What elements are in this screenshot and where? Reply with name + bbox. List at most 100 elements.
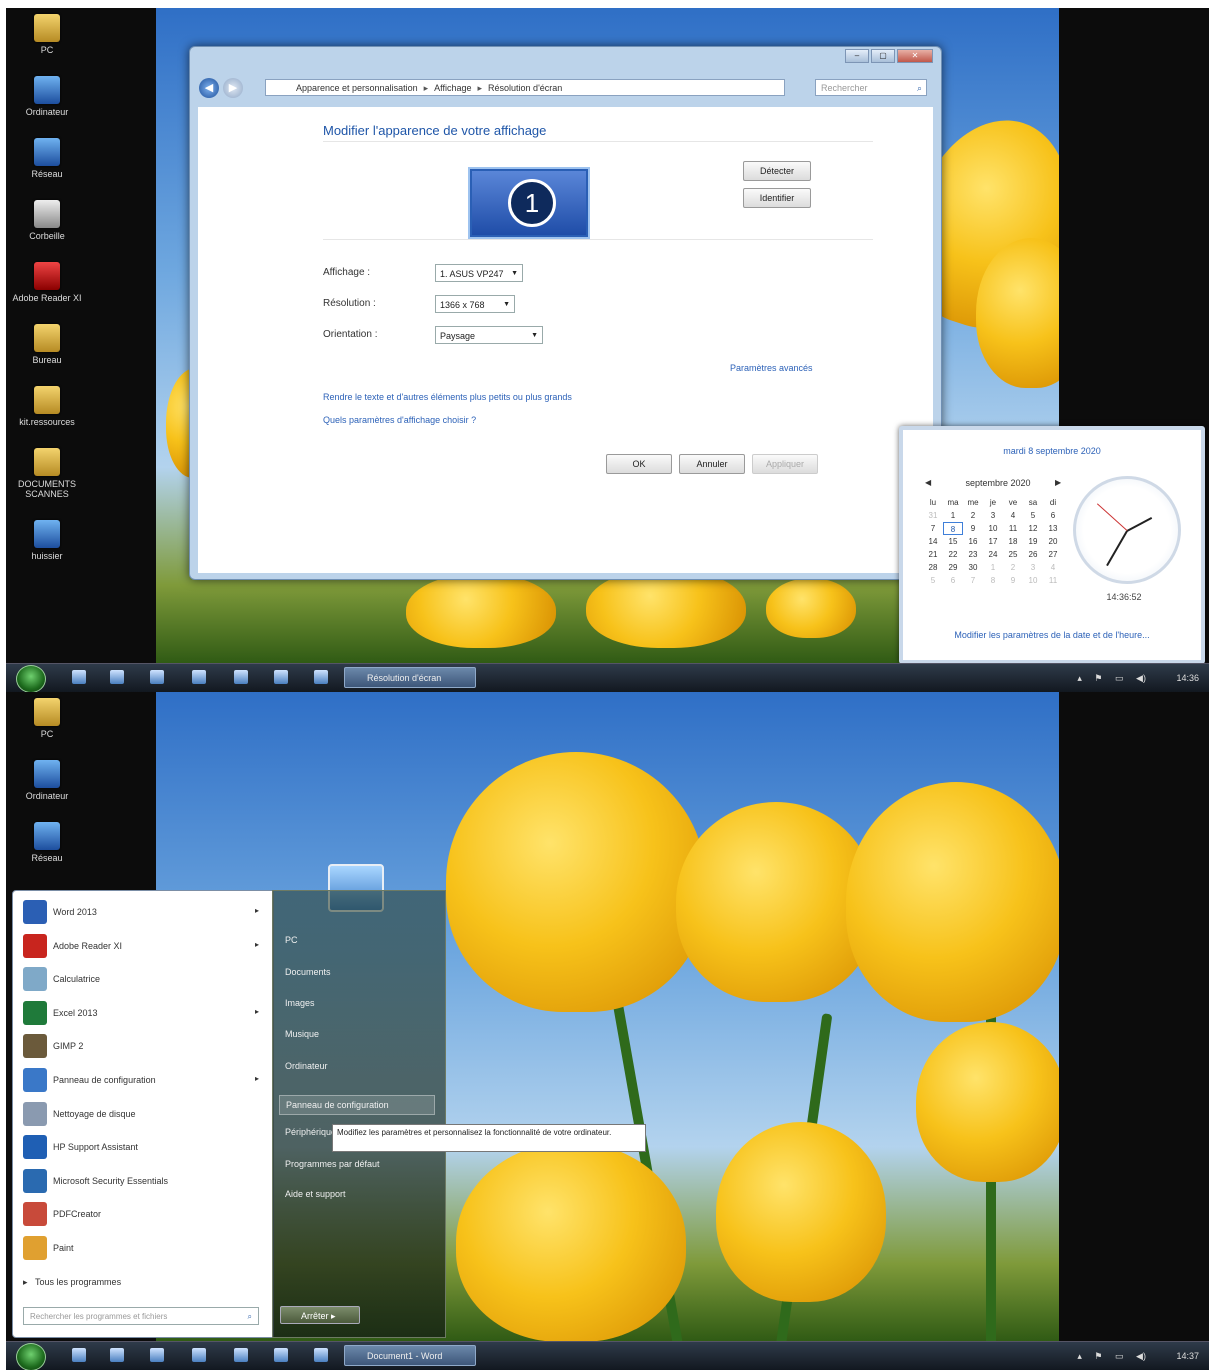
flag-icon[interactable]: ⚑	[1094, 1351, 1102, 1361]
start-button[interactable]	[16, 665, 46, 692]
taskbar-folder-icon[interactable]	[192, 1348, 206, 1362]
close-button[interactable]: ✕	[897, 49, 933, 63]
start-place-item[interactable]: Programmes par défaut	[285, 1159, 380, 1169]
calendar-day[interactable]: 5	[923, 574, 943, 587]
desktop-icon-reseau[interactable]: Réseau	[6, 822, 88, 863]
desktop-icon-pc[interactable]: PC	[6, 698, 88, 739]
start-search-input[interactable]: Rechercher les programmes et fichiers ⌕	[23, 1307, 259, 1325]
network-status-icon[interactable]: ▭	[1115, 673, 1124, 683]
calendar-day[interactable]: 15	[943, 535, 963, 548]
start-program-item[interactable]: Adobe Reader XI ▸	[19, 931, 263, 961]
minimize-button[interactable]: –	[845, 49, 869, 63]
calendar-day[interactable]: 6	[943, 574, 963, 587]
apply-button[interactable]: Appliquer	[752, 454, 818, 474]
taskbar-app-icon[interactable]	[150, 670, 164, 684]
start-place-item[interactable]: Images	[285, 998, 315, 1008]
start-program-item[interactable]: Nettoyage de disque	[19, 1099, 263, 1129]
desktop-icon-documents-scannes[interactable]: DOCUMENTS SCANNES	[6, 448, 88, 499]
volume-icon[interactable]: ◀)	[1136, 673, 1146, 683]
show-hidden-icons-icon[interactable]: ▴	[1077, 673, 1082, 683]
address-bar[interactable]: Apparence et personnalisation ▸ Affichage ▸…	[265, 79, 785, 96]
start-program-item[interactable]: HP Support Assistant	[19, 1132, 263, 1162]
calendar-day[interactable]: 27	[1043, 548, 1063, 561]
taskbar-app-icon[interactable]	[72, 1348, 86, 1362]
calendar-day[interactable]: 3	[983, 509, 1003, 522]
calendar-day[interactable]: 17	[983, 535, 1003, 548]
start-program-item[interactable]: Panneau de configuration ▸	[19, 1065, 263, 1095]
volume-icon[interactable]: ◀)	[1136, 1351, 1146, 1361]
submenu-arrow-icon[interactable]: ▸	[255, 940, 259, 949]
text-size-link[interactable]: Rendre le texte et d'autres éléments plu…	[323, 392, 572, 402]
advanced-settings-link[interactable]: Paramètres avancés	[730, 363, 813, 373]
detect-button[interactable]: Détecter	[743, 161, 811, 181]
taskbar-active-task[interactable]: Document1 - Word	[344, 1345, 476, 1366]
calendar-day[interactable]: 22	[943, 548, 963, 561]
desktop-icon-huissier[interactable]: huissier	[6, 520, 88, 561]
taskbar-ie-icon[interactable]	[234, 670, 248, 684]
calendar-day[interactable]: 4	[1043, 561, 1063, 574]
calendar-day[interactable]: 2	[963, 509, 983, 522]
calendar-day[interactable]: 7	[963, 574, 983, 587]
taskbar-app-icon[interactable]	[110, 670, 124, 684]
start-place-item[interactable]: Documents	[285, 967, 331, 977]
calendar-day[interactable]: 13	[1043, 522, 1063, 535]
calendar-day[interactable]: 9	[1003, 574, 1023, 587]
cancel-button[interactable]: Annuler	[679, 454, 745, 474]
taskbar-clock[interactable]: 14:36	[1176, 673, 1199, 683]
change-datetime-link[interactable]: Modifier les paramètres de la date et de…	[903, 630, 1201, 640]
calendar-day[interactable]: 11	[1003, 522, 1023, 535]
start-program-item[interactable]: Paint	[19, 1233, 263, 1263]
start-program-item[interactable]: Microsoft Security Essentials	[19, 1166, 263, 1196]
start-place-item[interactable]: Ordinateur	[285, 1061, 328, 1071]
start-place-item[interactable]: Panneau de configuration	[279, 1095, 435, 1115]
breadcrumb-apparence[interactable]: Apparence et personnalisation	[296, 83, 418, 93]
calendar-day[interactable]: 12	[1023, 522, 1043, 535]
calendar-day[interactable]: 4	[1003, 509, 1023, 522]
submenu-arrow-icon[interactable]: ▸	[255, 1074, 259, 1083]
calendar-day[interactable]: 6	[1043, 509, 1063, 522]
calendar-day[interactable]: 25	[1003, 548, 1023, 561]
start-program-item[interactable]: PDFCreator	[19, 1199, 263, 1229]
start-place-item[interactable]: PC	[285, 935, 298, 945]
desktop-icon-bureau[interactable]: Bureau	[6, 324, 88, 365]
resolution-select[interactable]: 1366 x 768 ▼	[435, 295, 515, 313]
desktop-icon-adobe-reader[interactable]: Adobe Reader XI	[6, 262, 88, 303]
taskbar-app-icon[interactable]	[274, 670, 288, 684]
taskbar-edge-icon[interactable]	[314, 1348, 328, 1362]
desktop-icon-corbeille[interactable]: Corbeille	[6, 200, 88, 241]
taskbar-active-task[interactable]: Résolution d'écran	[344, 667, 476, 688]
back-button[interactable]: ◀	[199, 78, 219, 98]
ok-button[interactable]: OK	[606, 454, 672, 474]
flag-icon[interactable]: ⚑	[1094, 673, 1102, 683]
calendar-day[interactable]: 28	[923, 561, 943, 574]
start-place-item[interactable]: Aide et support	[285, 1189, 346, 1199]
taskbar-clock[interactable]: 14:37	[1176, 1351, 1199, 1361]
monitor-preview[interactable]: 1	[470, 169, 588, 237]
calendar-day[interactable]: 24	[983, 548, 1003, 561]
calendar-day[interactable]: 3	[1023, 561, 1043, 574]
calendar-day[interactable]: 26	[1023, 548, 1043, 561]
taskbar-folder-icon[interactable]	[192, 670, 206, 684]
calendar-day[interactable]: 14	[923, 535, 943, 548]
identify-button[interactable]: Identifier	[743, 188, 811, 208]
calendar-day[interactable]: 31	[923, 509, 943, 522]
calendar-day[interactable]: 1	[943, 509, 963, 522]
calendar-day[interactable]: 7	[923, 522, 943, 535]
start-program-item[interactable]: Excel 2013 ▸	[19, 998, 263, 1028]
calendar-day[interactable]: 8	[943, 522, 963, 535]
taskbar-ie-icon[interactable]	[234, 1348, 248, 1362]
calendar-day[interactable]: 5	[1023, 509, 1043, 522]
desktop-icon-ordinateur[interactable]: Ordinateur	[6, 76, 88, 117]
network-status-icon[interactable]: ▭	[1115, 1351, 1124, 1361]
next-month-icon[interactable]: ▶	[1055, 478, 1061, 487]
all-programs-link[interactable]: ▸ Tous les programmes	[23, 1277, 121, 1288]
start-button[interactable]	[16, 1343, 46, 1370]
month-label[interactable]: septembre 2020	[923, 478, 1073, 488]
calendar-day[interactable]: 30	[963, 561, 983, 574]
calendar-day[interactable]: 9	[963, 522, 983, 535]
start-program-item[interactable]: Calculatrice	[19, 964, 263, 994]
show-hidden-icons-icon[interactable]: ▴	[1077, 1351, 1082, 1361]
calendar-day[interactable]: 11	[1043, 574, 1063, 587]
breadcrumb-resolution[interactable]: Résolution d'écran	[488, 83, 562, 93]
taskbar-app-icon[interactable]	[72, 670, 86, 684]
